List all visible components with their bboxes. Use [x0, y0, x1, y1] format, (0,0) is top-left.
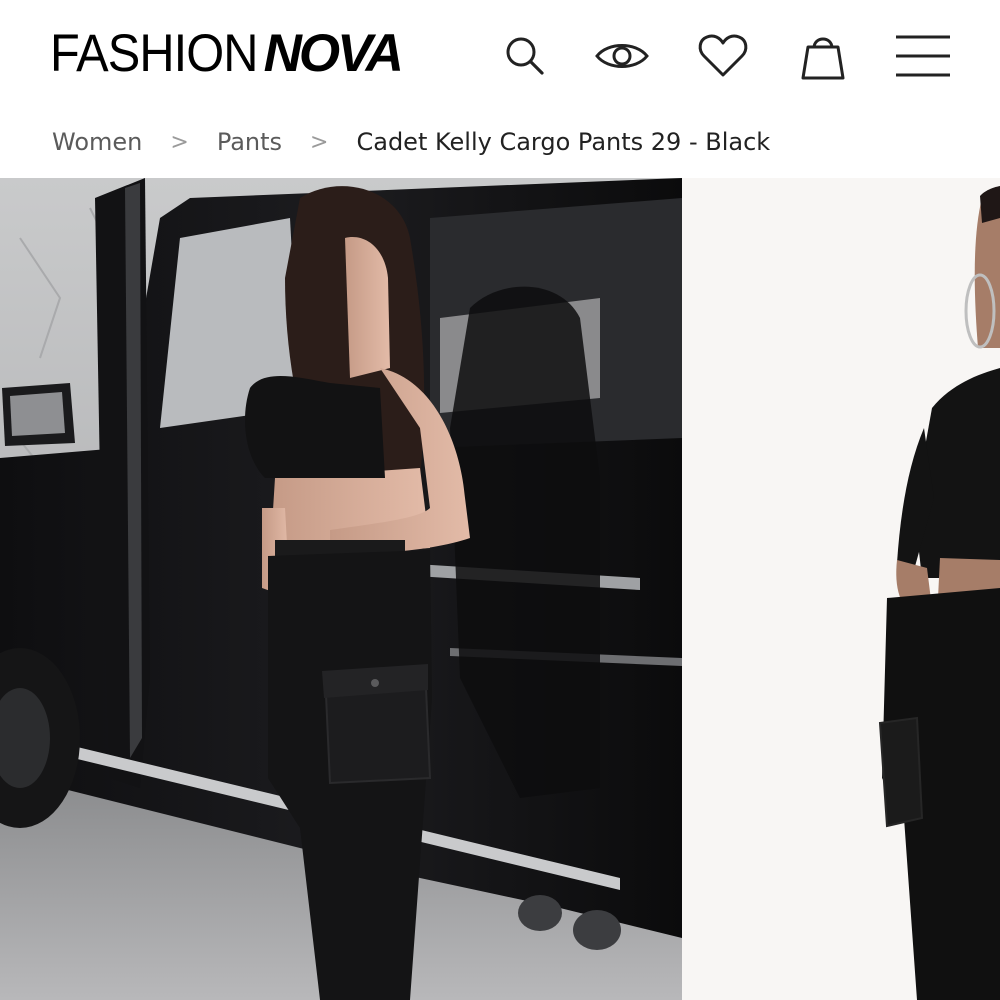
- menu-icon: [896, 35, 950, 77]
- menu-button[interactable]: [893, 28, 953, 84]
- logo-text-light: FASHION: [50, 24, 259, 83]
- product-page: FASHION NOVA Women > Pants > Cadet Kelly…: [0, 0, 1000, 1000]
- wishlist-button[interactable]: [695, 28, 751, 84]
- eye-icon: [595, 44, 649, 68]
- cart-button[interactable]: [795, 28, 851, 84]
- breadcrumb-current-product: Cadet Kelly Cargo Pants 29 - Black: [356, 128, 771, 156]
- breadcrumb: Women > Pants > Cadet Kelly Cargo Pants …: [52, 124, 770, 160]
- search-icon: [506, 37, 544, 75]
- shopping-bag-icon: [801, 37, 845, 80]
- brand-logo[interactable]: FASHION NOVA: [50, 24, 404, 84]
- product-photo-secondary[interactable]: [682, 178, 1000, 1000]
- product-image-gallery[interactable]: [0, 178, 1000, 1000]
- product-photo-secondary-illustration: [682, 178, 1000, 1000]
- search-button[interactable]: [497, 28, 553, 84]
- breadcrumb-pants[interactable]: Pants: [217, 128, 282, 156]
- breadcrumb-women[interactable]: Women: [52, 128, 142, 156]
- breadcrumb-separator: >: [310, 129, 329, 155]
- site-header: FASHION NOVA: [0, 0, 1000, 115]
- logo-text-bold: NOVA: [263, 24, 404, 83]
- breadcrumb-separator: >: [170, 129, 189, 155]
- recently-viewed-button[interactable]: [594, 28, 650, 84]
- product-photo-main[interactable]: [0, 178, 682, 1000]
- product-photo-main-illustration: [0, 178, 682, 1000]
- heart-icon: [698, 34, 748, 77]
